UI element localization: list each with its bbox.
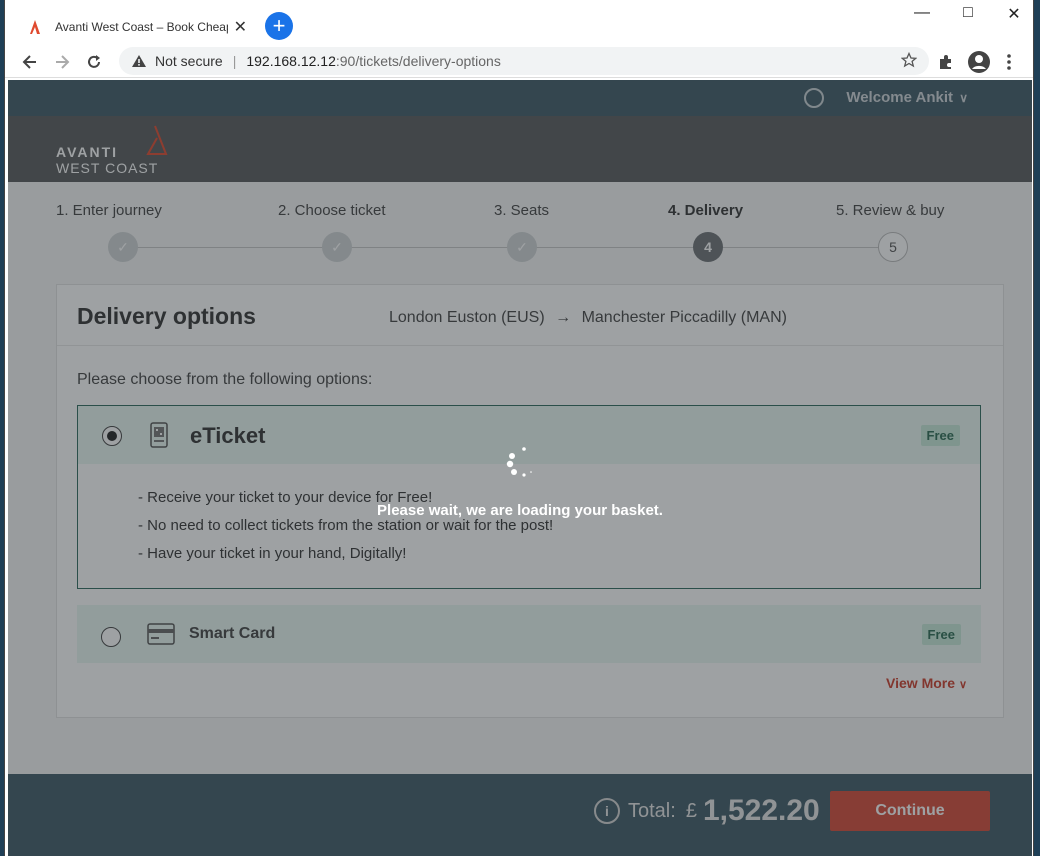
browser-window: Avanti West Coast – Book Cheap ✕ + — □ ✕…	[4, 0, 1034, 856]
loading-spinner-icon	[506, 447, 532, 477]
loading-message: Please wait, we are loading your basket.	[377, 502, 663, 519]
address-bar[interactable]: Not secure | 192.168.12.12 :90/tickets/d…	[119, 47, 929, 75]
reload-icon[interactable]	[85, 53, 103, 71]
security-status: Not secure	[155, 53, 223, 69]
extensions-puzzle-icon[interactable]	[937, 53, 955, 71]
maximize-button[interactable]: □	[953, 4, 983, 24]
tab-strip: Avanti West Coast – Book Cheap ✕ + — □ ✕	[5, 0, 1033, 46]
url-host: 192.168.12.12	[246, 53, 336, 69]
avanti-favicon-icon	[30, 20, 40, 34]
new-tab-button[interactable]: +	[265, 12, 293, 40]
navigation-bar: Not secure | 192.168.12.12 :90/tickets/d…	[5, 46, 1033, 78]
tab-title: Avanti West Coast – Book Cheap	[55, 20, 228, 34]
browser-menu-icon[interactable]	[1005, 53, 1013, 71]
url-path: :90/tickets/delivery-options	[335, 53, 501, 69]
bookmark-star-icon[interactable]	[901, 52, 917, 68]
browser-tab[interactable]: Avanti West Coast – Book Cheap ✕	[15, 8, 259, 46]
loading-overlay: Please wait, we are loading your basket.	[8, 80, 1032, 856]
minimize-button[interactable]: —	[907, 4, 937, 24]
close-window-button[interactable]: ✕	[999, 4, 1029, 24]
warning-icon	[132, 55, 146, 67]
back-arrow-icon[interactable]	[21, 53, 39, 71]
forward-arrow-icon[interactable]	[53, 53, 71, 71]
web-page: Welcome Ankit ∨ AVANTI WEST COAST 1. Ent…	[8, 80, 1032, 856]
profile-avatar-icon[interactable]	[967, 50, 991, 74]
address-separator: |	[232, 53, 237, 69]
desktop-right-edge	[1034, 0, 1040, 856]
tab-close-icon[interactable]: ✕	[234, 17, 247, 37]
